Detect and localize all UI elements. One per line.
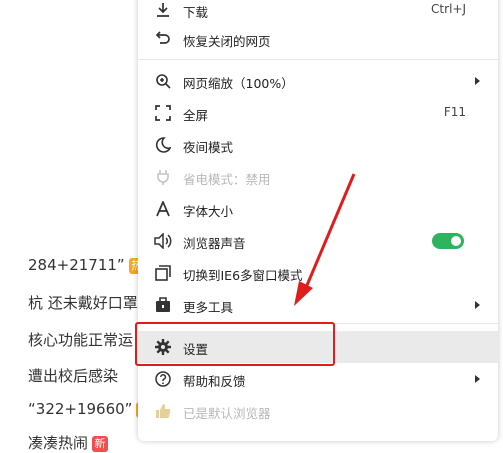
annotation-arrow-icon [294, 173, 356, 306]
